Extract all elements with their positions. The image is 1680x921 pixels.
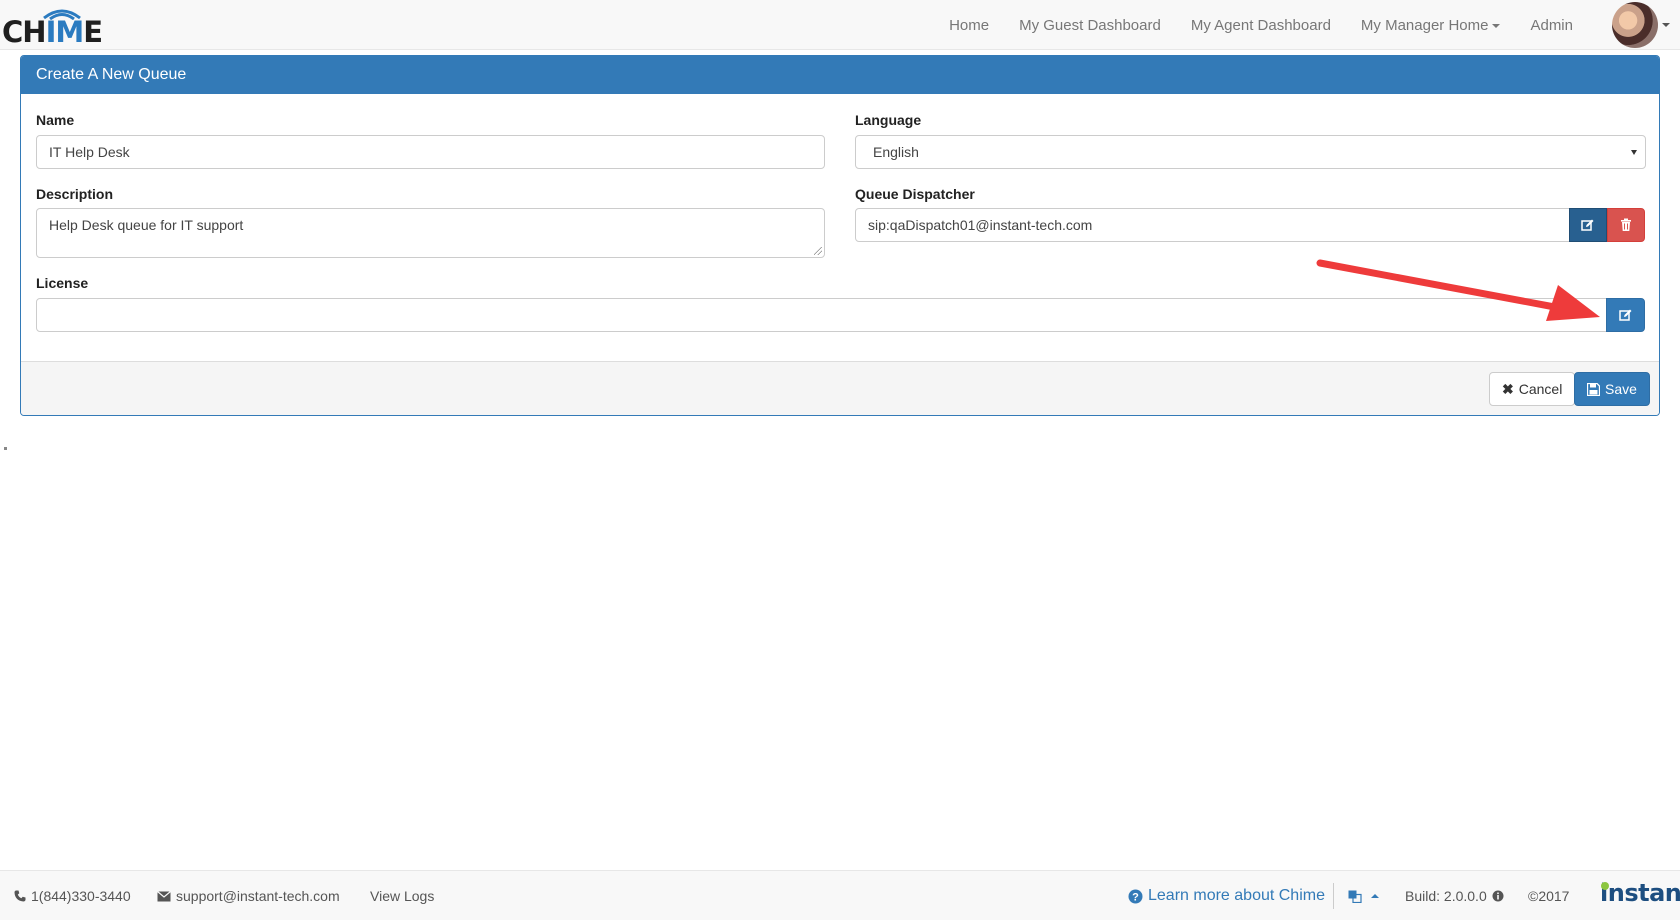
avatar-chevron-down-icon[interactable] bbox=[1662, 23, 1670, 27]
phone-icon bbox=[14, 890, 26, 902]
svg-text:?: ? bbox=[1132, 891, 1139, 903]
footer-email[interactable]: support@instant-tech.com bbox=[157, 871, 340, 921]
nav-home[interactable]: Home bbox=[934, 17, 1004, 34]
resize-grip-icon[interactable] bbox=[814, 247, 822, 255]
annotation-arrow bbox=[1316, 259, 1600, 321]
delete-dispatcher-button[interactable] bbox=[1607, 208, 1645, 242]
brand-text: instant bbox=[1600, 879, 1680, 907]
name-label: Name bbox=[36, 112, 75, 128]
save-button-label: Save bbox=[1605, 381, 1637, 397]
question-circle-icon: ? bbox=[1128, 889, 1143, 903]
brand-dot-icon bbox=[1601, 882, 1609, 890]
save-button[interactable]: Save bbox=[1574, 372, 1650, 406]
footer-phone[interactable]: 1(844)330-3440 bbox=[14, 871, 131, 921]
learn-more-link[interactable]: ? Learn more about Chime bbox=[1128, 871, 1325, 921]
edit-dispatcher-button[interactable] bbox=[1569, 208, 1607, 242]
panel-footer: ✖ Cancel Save bbox=[21, 361, 1659, 415]
cancel-button[interactable]: ✖ Cancel bbox=[1489, 372, 1576, 406]
site-footer: 1(844)330-3440 support@instant-tech.com … bbox=[0, 870, 1680, 920]
nav-manager-home[interactable]: My Manager Home bbox=[1346, 17, 1516, 34]
nav-guest-dashboard[interactable]: My Guest Dashboard bbox=[1004, 17, 1176, 34]
language-switcher[interactable] bbox=[1348, 871, 1379, 921]
panel-title: Create A New Queue bbox=[21, 56, 1659, 94]
language-icon bbox=[1348, 890, 1362, 903]
stray-mark bbox=[4, 447, 7, 450]
envelope-icon bbox=[157, 890, 171, 901]
trash-icon bbox=[1621, 218, 1631, 231]
chime-logo[interactable]: CHIME bbox=[2, 6, 112, 48]
nav-manager-home-label: My Manager Home bbox=[1360, 16, 1489, 34]
view-logs-link[interactable]: View Logs bbox=[370, 871, 434, 921]
learn-more-text: Learn more about Chime bbox=[1148, 887, 1325, 904]
language-select[interactable]: English bbox=[855, 135, 1646, 169]
description-label: Description bbox=[36, 186, 114, 202]
copyright: ©2017 bbox=[1528, 888, 1570, 904]
language-label: Language bbox=[855, 112, 922, 128]
license-label: License bbox=[36, 275, 89, 291]
edit-icon bbox=[1581, 219, 1594, 231]
cancel-button-label: Cancel bbox=[1518, 381, 1563, 397]
nav-admin[interactable]: Admin bbox=[1515, 17, 1588, 34]
footer-email-text: support@instant-tech.com bbox=[176, 888, 340, 904]
build-text: Build: 2.0.0.0 bbox=[1405, 888, 1487, 904]
name-input[interactable]: IT Help Desk bbox=[36, 135, 825, 169]
description-text: Help Desk queue for IT support bbox=[49, 217, 244, 233]
build-info[interactable]: Build: 2.0.0.0 bbox=[1405, 871, 1504, 921]
language-select-value: English bbox=[873, 144, 919, 160]
select-caret-icon bbox=[1631, 150, 1637, 155]
times-icon: ✖ bbox=[1502, 380, 1514, 397]
chevron-down-icon bbox=[1492, 23, 1501, 28]
footer-separator bbox=[1333, 883, 1334, 909]
logo-text: CHIME bbox=[2, 15, 103, 49]
nav-agent-dashboard[interactable]: My Agent Dashboard bbox=[1176, 17, 1346, 34]
description-textarea[interactable]: Help Desk queue for IT support bbox=[36, 208, 825, 258]
user-avatar[interactable] bbox=[1612, 2, 1658, 48]
nav-links: Home My Guest Dashboard My Agent Dashboa… bbox=[934, 0, 1588, 50]
instant-brand-logo[interactable]: instant bbox=[1600, 879, 1680, 907]
create-queue-panel: Create A New Queue Name IT Help Desk Lan… bbox=[20, 55, 1660, 416]
footer-phone-text: 1(844)330-3440 bbox=[31, 888, 131, 904]
edit-license-button[interactable] bbox=[1606, 298, 1645, 332]
save-icon bbox=[1587, 382, 1600, 396]
info-circle-icon bbox=[1492, 890, 1504, 902]
queue-dispatcher-input[interactable]: sip:qaDispatch01@instant-tech.com bbox=[855, 208, 1570, 242]
queue-dispatcher-label: Queue Dispatcher bbox=[855, 186, 975, 202]
edit-icon bbox=[1618, 309, 1631, 321]
top-navbar: CHIME Home My Guest Dashboard My Agent D… bbox=[0, 0, 1680, 50]
caret-up-icon bbox=[1371, 894, 1379, 898]
